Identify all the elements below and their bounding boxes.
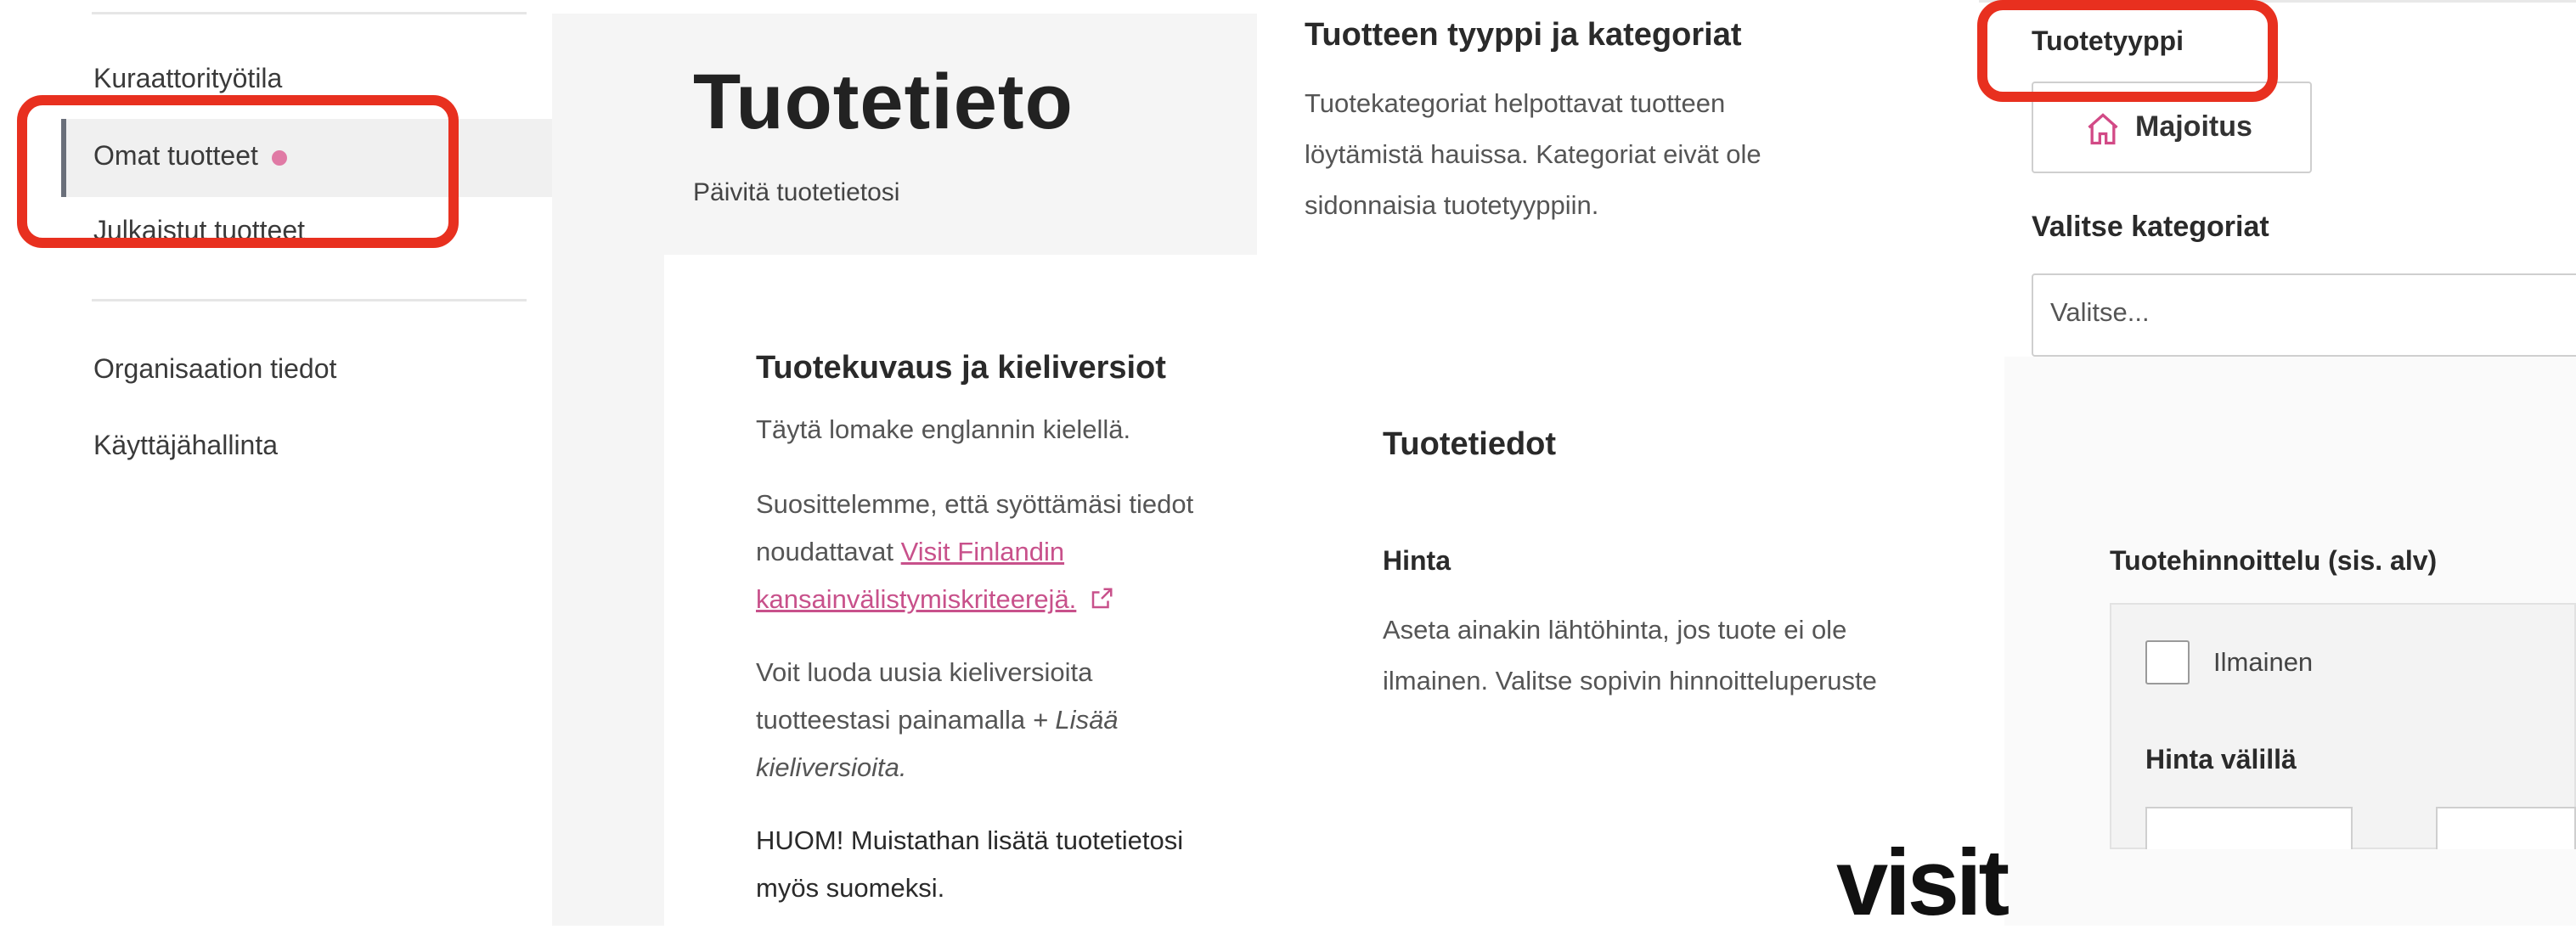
type-categories-description: Tuotekategoriat helpottavat tuotteen löy… [1305,88,1761,220]
visit-logo: visit [1836,831,2010,935]
category-select[interactable]: Valitse... [2032,273,2576,357]
price-description: Aseta ainakin lähtöhinta, jos tuote ei o… [1383,615,1877,696]
type-categories-heading: Tuotteen tyyppi ja kategoriat [1305,17,1742,53]
external-link-icon[interactable] [1089,586,1114,611]
language-version-info: Voit luoda uusia kieliversioita tuottees… [756,649,1232,791]
sidebar-item-organisaation-tiedot[interactable]: Organisaation tiedot [93,353,336,385]
categories-label: Valitse kategoriat [2032,211,2269,243]
sidebar-item-kayttajahallinta[interactable]: Käyttäjähallinta [93,430,278,461]
free-label: Ilmainen [2213,647,2314,677]
sidebar-divider [92,12,527,14]
product-info-heading: Tuotetiedot [1383,426,1557,462]
price-label: Hinta [1383,545,1451,576]
price-range-label: Hinta välillä [2145,744,2297,774]
price-max-input[interactable] [2436,807,2576,849]
category-select-placeholder: Valitse... [2050,297,2150,327]
free-checkbox[interactable] [2145,640,2190,684]
price-min-input[interactable] [2145,807,2353,849]
criteria-recommendation: Suosittelemme, että syöttämäsi tiedot no… [756,481,1232,623]
sidebar-item-kuraattorityotila[interactable]: Kuraattorityötila [93,63,282,94]
page-subtitle: Päivitä tuotetietosi [693,178,900,206]
page-title: Tuotetieto [693,59,1074,145]
sidebar-divider [92,299,527,301]
pricing-heading: Tuotehinnoittelu (sis. alv) [2110,545,2438,576]
home-icon [2088,113,2118,145]
product-type-button-label: Majoitus [2135,110,2252,143]
description-heading: Tuotekuvaus ja kieliversiot [756,350,1166,386]
description-instruction: Täytä lomake englannin kielellä. [756,414,1131,444]
finnish-reminder: HUOM! Muistathan lisätä tuotetietosi myö… [756,825,1184,903]
highlight-box-tuotetyyppi [1977,0,2278,102]
highlight-box-omat-tuotteet [17,95,459,248]
